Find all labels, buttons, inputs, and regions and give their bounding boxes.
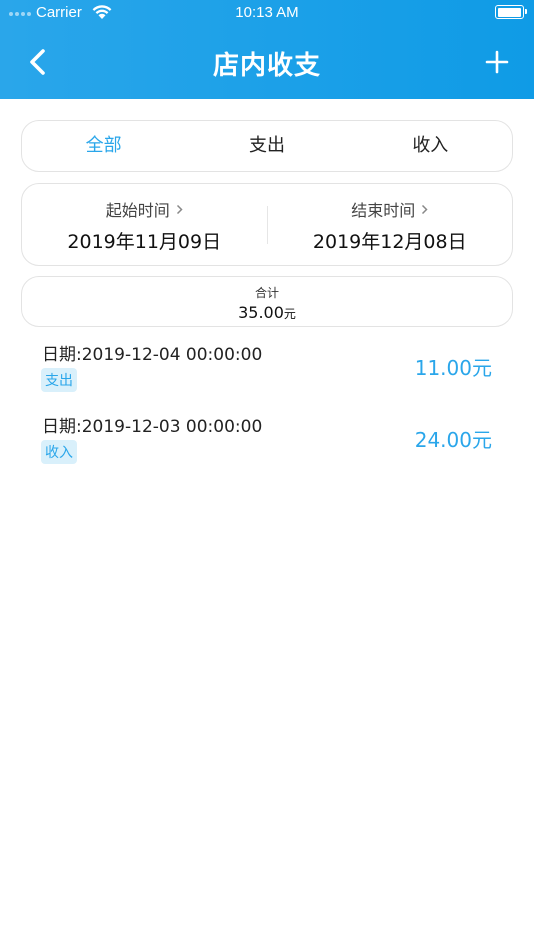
- status-bar: Carrier 10:13 AM: [0, 0, 534, 26]
- tab-all[interactable]: 全部: [22, 120, 185, 172]
- chevron-right-icon: [422, 204, 428, 214]
- plus-icon: [485, 50, 509, 74]
- start-date-label: 起始时间: [105, 201, 170, 220]
- filter-tabs: 全部 支出 收入: [21, 120, 513, 172]
- total-card: 合计 35.00元: [21, 276, 513, 327]
- record-amount: 24.00元: [414, 428, 492, 452]
- total-value: 35.00: [238, 303, 284, 322]
- total-unit: 元: [283, 307, 296, 321]
- record-date: 日期:2019-12-04 00:00:00: [42, 345, 263, 365]
- end-date-value: 2019年12月08日: [312, 231, 467, 253]
- navigation-header: Carrier 10:13 AM 店内收支: [0, 0, 534, 99]
- end-date-picker[interactable]: 结束时间 2019年12月08日: [268, 195, 513, 254]
- record-item[interactable]: 日期:2019-12-03 00:00:00 收入 24.00元: [0, 412, 534, 482]
- status-time: 10:13 AM: [235, 4, 299, 21]
- total-label: 合计: [254, 286, 279, 300]
- record-type-badge: 收入: [41, 440, 77, 464]
- record-item[interactable]: 日期:2019-12-04 00:00:00 支出 11.00元: [0, 340, 534, 410]
- chevron-right-icon: [176, 204, 183, 214]
- record-date: 日期:2019-12-03 00:00:00: [42, 417, 263, 437]
- battery-icon: [495, 5, 527, 19]
- add-button[interactable]: [484, 49, 510, 75]
- start-date-value: 2019年11月09日: [67, 231, 222, 253]
- record-type-badge: 支出: [41, 368, 77, 392]
- record-amount: 11.00元: [414, 356, 492, 380]
- end-date-label: 结束时间: [351, 201, 416, 220]
- tab-income[interactable]: 收入: [349, 120, 512, 172]
- tab-expense[interactable]: 支出: [185, 120, 348, 172]
- date-range-card: 起始时间 2019年11月09日 结束时间 2019年12月08日: [21, 183, 513, 266]
- page-title: 店内收支: [212, 51, 321, 81]
- start-date-picker[interactable]: 起始时间 2019年11月09日: [22, 195, 267, 254]
- total-amount: 35.00元: [22, 303, 512, 322]
